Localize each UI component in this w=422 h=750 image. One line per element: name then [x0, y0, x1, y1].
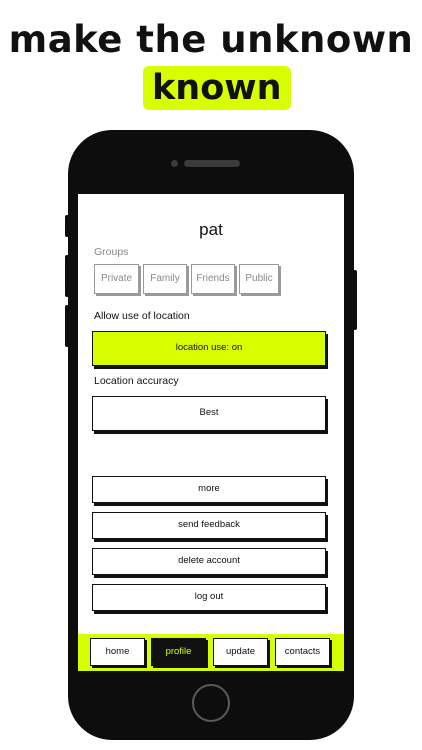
group-chip-private[interactable]: Private	[94, 264, 139, 294]
phone-power-button	[353, 270, 357, 330]
groups-label: Groups	[94, 246, 129, 258]
profile-username: pat	[199, 220, 223, 239]
earpiece-speaker	[184, 160, 240, 167]
bottom-tab-bar: home profile update contacts	[78, 634, 344, 671]
phone-volume-down	[65, 305, 69, 347]
tab-profile[interactable]: profile	[151, 638, 206, 666]
headline-line-1: make the unknown	[8, 18, 414, 61]
phone-home-button[interactable]	[192, 684, 230, 722]
location-toggle-button[interactable]: location use: on	[92, 331, 326, 366]
front-camera-icon	[171, 160, 178, 167]
phone-mute-switch	[65, 215, 69, 237]
delete-account-button[interactable]: delete account	[92, 548, 326, 575]
phone-volume-up	[65, 255, 69, 297]
location-accuracy-label: Location accuracy	[94, 375, 179, 387]
tab-home[interactable]: home	[90, 638, 145, 666]
group-chip-public[interactable]: Public	[239, 264, 279, 294]
send-feedback-button[interactable]: send feedback	[92, 512, 326, 539]
phone-mockup: pat Groups Private Family Friends Public…	[65, 130, 357, 740]
headline-line-2-highlight: known	[143, 66, 291, 110]
app-screen: pat Groups Private Family Friends Public…	[78, 194, 344, 671]
more-button[interactable]: more	[92, 476, 326, 503]
group-chip-friends[interactable]: Friends	[191, 264, 235, 294]
tab-contacts[interactable]: contacts	[275, 638, 330, 666]
location-permission-label: Allow use of location	[94, 310, 190, 322]
location-accuracy-button[interactable]: Best	[92, 396, 326, 431]
group-chip-family[interactable]: Family	[143, 264, 187, 294]
log-out-button[interactable]: log out	[92, 584, 326, 611]
tab-update[interactable]: update	[213, 638, 268, 666]
